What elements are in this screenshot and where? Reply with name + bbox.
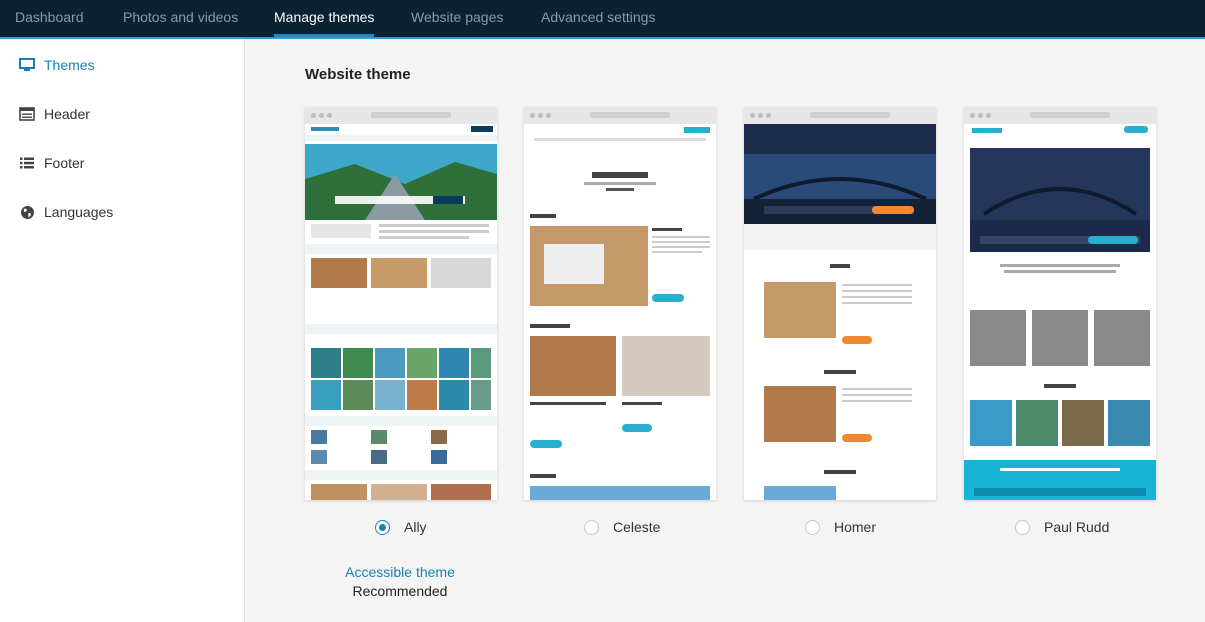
- tab-website-pages[interactable]: Website pages: [411, 0, 503, 37]
- tab-photos-and-videos[interactable]: Photos and videos: [123, 0, 238, 37]
- main-content: Website theme Ally Celeste Homer Paul Ru…: [245, 39, 1205, 622]
- browser-chrome: [744, 107, 936, 124]
- radio-button[interactable]: [584, 519, 599, 535]
- globe-icon: [18, 203, 36, 221]
- sidebar-item-label: Header: [44, 106, 90, 122]
- sidebar-item-themes[interactable]: Themes: [18, 53, 95, 77]
- theme-preview-homer[interactable]: [744, 107, 936, 500]
- sidebar-item-languages[interactable]: Languages: [18, 200, 113, 224]
- theme-name: Ally: [404, 519, 427, 535]
- tab-dashboard[interactable]: Dashboard: [15, 0, 84, 37]
- theme-name: Celeste: [613, 519, 661, 535]
- theme-name: Paul Rudd: [1044, 519, 1110, 535]
- recommended-label: Recommended: [352, 583, 448, 599]
- sidebar-item-label: Themes: [44, 57, 95, 73]
- radio-button[interactable]: [375, 519, 390, 535]
- sidebar: Themes Header Footer Languages: [0, 39, 245, 622]
- theme-preview-paul-rudd[interactable]: [964, 107, 1156, 500]
- page-title: Website theme: [305, 66, 411, 83]
- tab-advanced-settings[interactable]: Advanced settings: [541, 0, 655, 37]
- theme-screenshot: [744, 124, 936, 500]
- radio-button[interactable]: [1015, 519, 1030, 535]
- theme-option-homer[interactable]: Homer: [805, 517, 876, 537]
- sidebar-item-header[interactable]: Header: [18, 102, 90, 126]
- theme-option-celeste[interactable]: Celeste: [584, 517, 660, 537]
- header-icon: [18, 105, 36, 123]
- theme-name: Homer: [834, 519, 877, 535]
- theme-option-paul-rudd[interactable]: Paul Rudd: [1015, 517, 1109, 537]
- top-navigation: Dashboard Photos and videos Manage theme…: [0, 0, 1205, 37]
- sidebar-item-label: Footer: [44, 155, 85, 171]
- tab-manage-themes[interactable]: Manage themes: [274, 0, 375, 37]
- accessible-theme-link[interactable]: Accessible theme: [305, 564, 495, 580]
- theme-preview-ally[interactable]: [305, 107, 497, 500]
- theme-option-ally[interactable]: Ally: [375, 517, 427, 537]
- monitor-icon: [18, 56, 36, 74]
- theme-screenshot: [305, 124, 497, 500]
- sidebar-item-footer[interactable]: Footer: [18, 151, 84, 175]
- theme-preview-celeste[interactable]: [524, 107, 716, 500]
- theme-screenshot: [964, 124, 1156, 500]
- radio-button[interactable]: [805, 519, 820, 535]
- theme-screenshot: [524, 124, 716, 500]
- sidebar-item-label: Languages: [44, 204, 114, 220]
- browser-chrome: [524, 107, 716, 124]
- browser-chrome: [305, 107, 497, 124]
- browser-chrome: [964, 107, 1156, 124]
- list-icon: [18, 154, 36, 172]
